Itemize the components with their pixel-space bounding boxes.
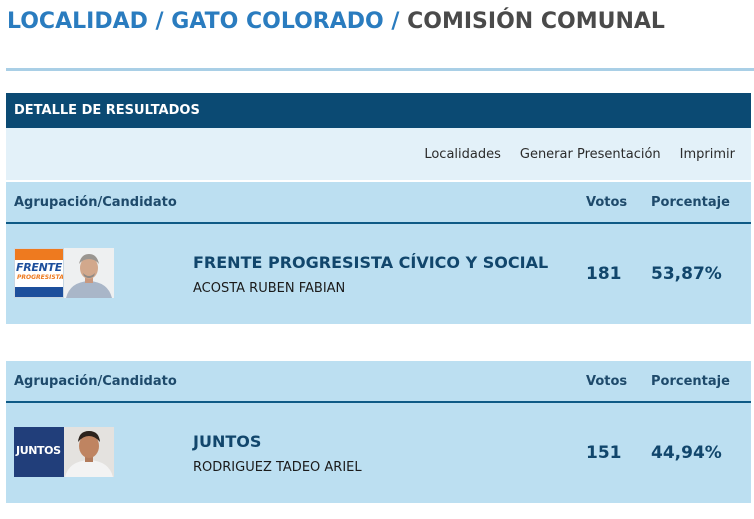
- candidate-photo: [64, 427, 114, 477]
- breadcrumb-separator: /: [155, 9, 164, 34]
- breadcrumb-separator: /: [391, 9, 400, 34]
- party-name: FRENTE PROGRESISTA CÍVICO Y SOCIAL: [193, 253, 549, 272]
- column-header-votes: Votos: [586, 373, 628, 389]
- table-header: Agrupación/Candidato Votos Porcentaje: [6, 361, 751, 401]
- imprimir-link[interactable]: Imprimir: [680, 147, 735, 162]
- votes-value: 181: [586, 264, 622, 284]
- candidate-name: RODRIGUEZ TADEO ARIEL: [193, 460, 362, 475]
- table-header: Agrupación/Candidato Votos Porcentaje: [6, 182, 751, 222]
- column-header-candidate: Agrupación/Candidato: [14, 194, 177, 210]
- result-block: Agrupación/Candidato Votos Porcentaje FR…: [6, 182, 751, 324]
- localidades-link[interactable]: Localidades: [424, 147, 501, 162]
- logo-text: FRENTE: [16, 261, 62, 274]
- column-header-percent: Porcentaje: [651, 194, 730, 210]
- breadcrumb-current: COMISIÓN COMUNAL: [407, 9, 665, 34]
- title-divider: [6, 68, 754, 71]
- logo-text: JUNTOS: [16, 444, 61, 457]
- results-title: DETALLE DE RESULTADOS: [14, 103, 200, 118]
- column-header-percent: Porcentaje: [651, 373, 730, 389]
- results-toolbar: Localidades Generar Presentación Imprimi…: [6, 128, 751, 180]
- juntos-logo: JUNTOS: [14, 427, 64, 477]
- column-header-candidate: Agrupación/Candidato: [14, 373, 177, 389]
- result-block: Agrupación/Candidato Votos Porcentaje JU…: [6, 361, 751, 503]
- table-row: FRENTE PROGRESISTA FRENTE PROGRESISTA CÍ…: [6, 224, 751, 324]
- logo-text: PROGRESISTA: [17, 274, 64, 281]
- votes-value: 151: [586, 443, 622, 463]
- candidate-photo: [64, 248, 114, 298]
- breadcrumb: LOCALIDAD / GATO COLORADO / COMISIÓN COM…: [7, 9, 665, 34]
- column-header-votes: Votos: [586, 194, 628, 210]
- breadcrumb-gato-colorado[interactable]: GATO COLORADO: [171, 9, 383, 34]
- frente-progresista-logo: FRENTE PROGRESISTA: [14, 248, 64, 298]
- percent-value: 44,94%: [651, 443, 722, 463]
- table-row: JUNTOS JUNTOS RODRIGUEZ TADEO ARIEL 151 …: [6, 403, 751, 503]
- party-name: JUNTOS: [193, 432, 262, 451]
- breadcrumb-localidad[interactable]: LOCALIDAD: [7, 9, 148, 34]
- generar-presentacion-link[interactable]: Generar Presentación: [520, 147, 661, 162]
- results-header: DETALLE DE RESULTADOS: [6, 93, 751, 128]
- percent-value: 53,87%: [651, 264, 722, 284]
- candidate-name: ACOSTA RUBEN FABIAN: [193, 281, 346, 296]
